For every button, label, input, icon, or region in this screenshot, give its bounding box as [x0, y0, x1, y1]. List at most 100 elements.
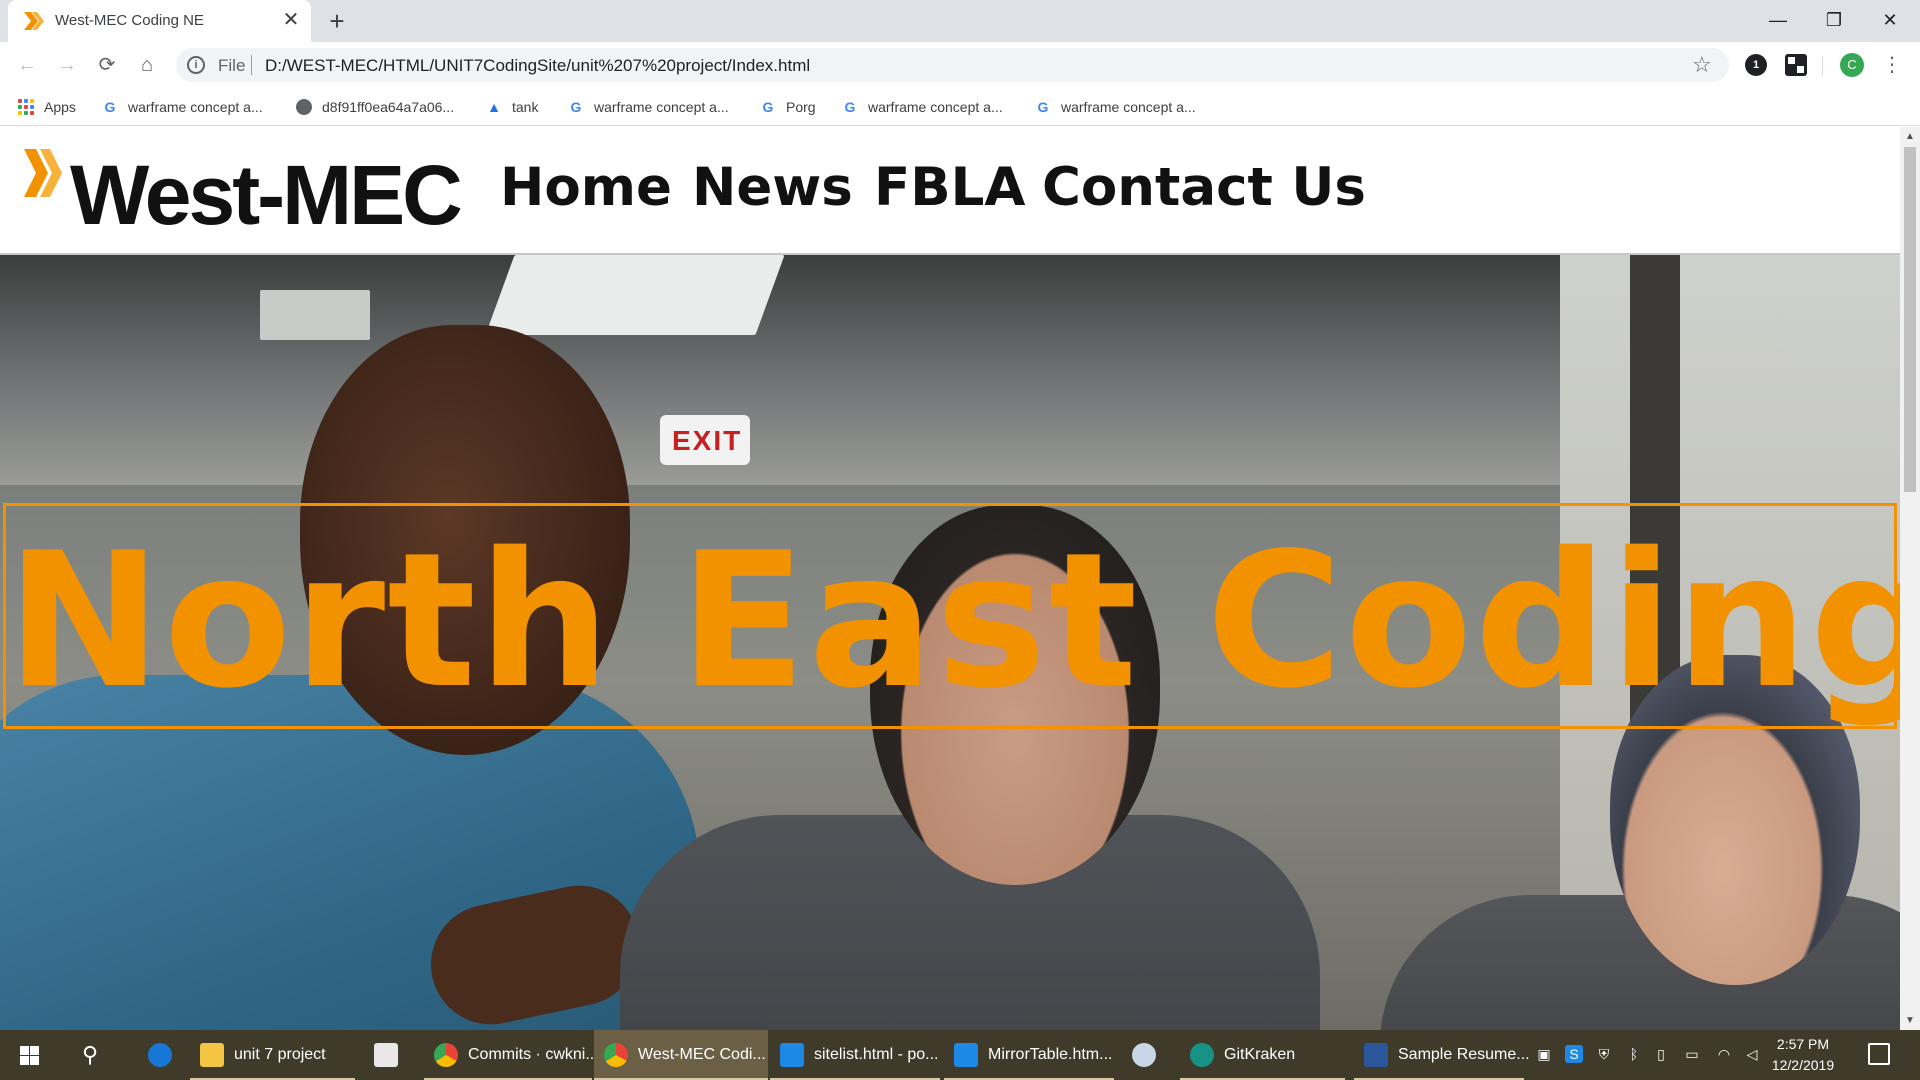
wifi-icon[interactable]: ◠: [1715, 1045, 1733, 1063]
close-window-button[interactable]: ✕: [1862, 0, 1918, 40]
url-text[interactable]: D:/WEST-MEC/HTML/UNIT7CodingSite/unit%20…: [265, 56, 810, 76]
nav-link-home[interactable]: Home: [500, 157, 672, 218]
ceiling-light: [485, 255, 785, 335]
tab-close-icon[interactable]: ✕: [280, 9, 302, 31]
taskbar-item[interactable]: Commits · cwkni...: [424, 1030, 599, 1080]
bookmark-label: Porg: [786, 99, 816, 115]
taskbar-item[interactable]: sitelist.html - po...: [770, 1030, 940, 1080]
bookmark-item[interactable]: G Porg: [760, 95, 816, 119]
minimize-button[interactable]: —: [1750, 0, 1806, 40]
home-button[interactable]: ⌂: [133, 51, 161, 79]
scroll-up-arrow-icon[interactable]: ▲: [1905, 131, 1915, 142]
windows-start-icon[interactable]: [0, 1030, 58, 1080]
taskbar-item-label: West-MEC Codi...: [638, 1046, 766, 1063]
vscode-icon: [954, 1043, 978, 1067]
bookmark-item[interactable]: ▲ tank: [486, 95, 538, 119]
bookmark-apps[interactable]: Apps: [18, 95, 76, 119]
bookmark-label: warframe concept a...: [1061, 99, 1196, 115]
new-tab-button[interactable]: +: [322, 6, 352, 36]
scrollbar-thumb[interactable]: [1904, 147, 1916, 492]
volume-icon[interactable]: ◁: [1743, 1045, 1761, 1063]
browser-tab-active[interactable]: West-MEC Coding NE ✕: [8, 0, 311, 42]
nav-link-news[interactable]: News: [692, 157, 853, 218]
bookmark-item[interactable]: G warframe concept a...: [842, 95, 1003, 119]
back-button[interactable]: ←: [13, 51, 41, 79]
bookmark-item[interactable]: G warframe concept a...: [1035, 95, 1196, 119]
extension-puzzle-icon[interactable]: [1785, 54, 1807, 76]
site-logo-text[interactable]: West-MEC: [70, 147, 463, 244]
taskbar-item-label: Commits · cwkni...: [468, 1046, 599, 1063]
apps-grid-icon: [18, 99, 34, 115]
forward-button[interactable]: →: [53, 51, 81, 79]
bookmark-item[interactable]: d8f91ff0ea64a7a06...: [296, 95, 454, 119]
monitor-tray-icon[interactable]: ▣: [1535, 1045, 1553, 1063]
taskbar-item-active[interactable]: West-MEC Codi...: [594, 1030, 768, 1080]
gitkraken-icon: [1190, 1043, 1214, 1067]
taskbar-clock[interactable]: 2:57 PM 12/2/2019: [1768, 1034, 1838, 1076]
reload-button[interactable]: ⟳: [93, 51, 121, 79]
clock-time: 2:57 PM: [1776, 1036, 1830, 1052]
taskbar-edge[interactable]: [138, 1030, 178, 1080]
hero-title-box: North East Coding: [3, 503, 1900, 729]
west-mec-favicon-icon: [24, 12, 44, 30]
taskbar-item[interactable]: GitKraken: [1180, 1030, 1345, 1080]
clock-date: 12/2/2019: [1771, 1057, 1835, 1073]
taskbar-item-label: MirrorTable.htm...: [988, 1046, 1113, 1063]
nav-link-contact-us[interactable]: Contact Us: [1042, 157, 1366, 218]
security-shield-icon[interactable]: ⛨: [1595, 1045, 1613, 1063]
taskbar-item-label: Sample Resume...: [1398, 1046, 1530, 1063]
hero-title: North East Coding: [6, 512, 1900, 729]
word-icon: [1364, 1043, 1388, 1067]
taskbar-store[interactable]: [364, 1030, 414, 1080]
restore-button[interactable]: ❐: [1806, 0, 1862, 40]
tab-strip: West-MEC Coding NE ✕ + — ❐ ✕: [0, 0, 1920, 42]
chrome-icon: [604, 1043, 628, 1067]
extension-badge-icon[interactable]: 1: [1745, 54, 1767, 76]
address-separator: [251, 55, 252, 75]
page-scrollbar[interactable]: ▲ ▼: [1900, 127, 1920, 1030]
taskbar-item[interactable]: unit 7 project: [190, 1030, 355, 1080]
taskbar-item-label: GitKraken: [1224, 1046, 1296, 1063]
browser-menu-icon[interactable]: ⋮: [1882, 52, 1902, 78]
site-info-icon[interactable]: i: [187, 56, 205, 74]
address-bar[interactable]: i File D:/WEST-MEC/HTML/UNIT7CodingSite/…: [176, 48, 1729, 82]
skype-tray-icon[interactable]: S: [1565, 1045, 1583, 1063]
google-icon: G: [762, 99, 774, 115]
bookmark-item[interactable]: G warframe concept a...: [568, 95, 729, 119]
west-mec-logo-icon[interactable]: [24, 149, 68, 197]
page-viewport: West-MEC Home News FBLA Contact Us EXIT …: [0, 127, 1900, 1030]
bookmarks-bar: Apps G warframe concept a... d8f91ff0ea6…: [0, 88, 1920, 126]
store-icon: [374, 1043, 398, 1067]
drive-icon: ▲: [487, 99, 501, 115]
bookmark-label: tank: [512, 99, 539, 115]
ceiling-vent: [260, 290, 370, 340]
vscode-icon: [780, 1043, 804, 1067]
site-header: West-MEC Home News FBLA Contact Us: [0, 127, 1900, 255]
toolbar-divider: [1822, 56, 1823, 76]
taskbar-item-label: sitelist.html - po...: [814, 1046, 939, 1063]
bookmark-item[interactable]: G warframe concept a...: [102, 95, 263, 119]
bookmark-label: warframe concept a...: [594, 99, 729, 115]
taskbar-item-label: unit 7 project: [234, 1046, 326, 1063]
browser-toolbar: ← → ⟳ ⌂ i File D:/WEST-MEC/HTML/UNIT7Cod…: [0, 42, 1920, 88]
profile-avatar[interactable]: C: [1840, 53, 1864, 77]
usb-icon[interactable]: ▯: [1652, 1045, 1670, 1063]
scroll-down-arrow-icon[interactable]: ▼: [1905, 1015, 1915, 1026]
search-icon[interactable]: ⚲: [70, 1030, 110, 1080]
taskbar-item[interactable]: MirrorTable.htm...: [944, 1030, 1114, 1080]
taskbar-paint[interactable]: [1122, 1030, 1172, 1080]
nav-link-fbla[interactable]: FBLA: [874, 157, 1025, 218]
google-icon: G: [1037, 99, 1049, 115]
bookmark-star-icon[interactable]: ☆: [1692, 52, 1712, 78]
google-icon: G: [104, 99, 116, 115]
action-center-icon[interactable]: [1868, 1043, 1890, 1065]
battery-icon[interactable]: ▭: [1683, 1045, 1701, 1063]
taskbar-item[interactable]: Sample Resume...: [1354, 1030, 1530, 1080]
chrome-icon: [434, 1043, 458, 1067]
bluetooth-icon[interactable]: ᛒ: [1625, 1045, 1643, 1063]
hero-section: EXIT North East Coding: [0, 255, 1900, 1030]
tab-title: West-MEC Coding NE: [55, 12, 204, 29]
paint-icon: [1132, 1043, 1156, 1067]
exit-sign: EXIT: [660, 415, 750, 465]
windows-taskbar: ⚲ unit 7 project Commits · cwkni... West…: [0, 1030, 1920, 1080]
